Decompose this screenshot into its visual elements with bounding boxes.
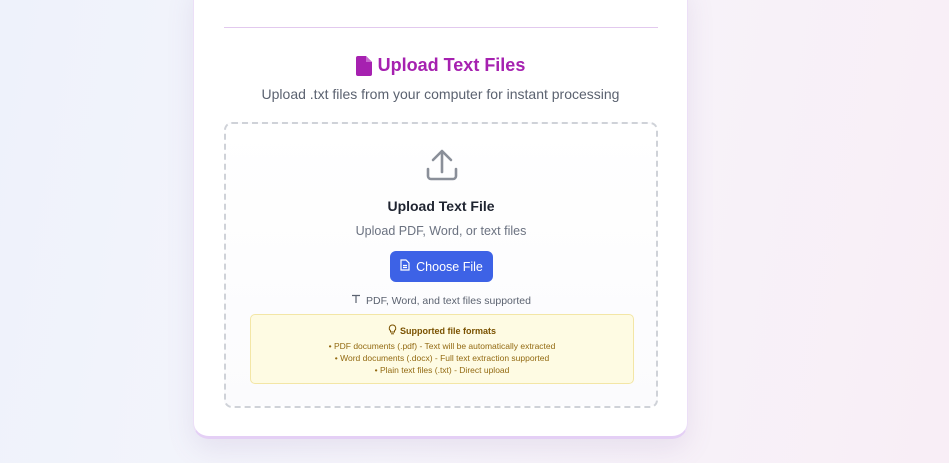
formats-heading-text: Supported file formats xyxy=(399,325,496,336)
file-icon xyxy=(400,259,410,274)
supported-text: PDF, Word, and text files supported xyxy=(366,294,531,307)
choose-file-button[interactable]: Choose File xyxy=(390,251,493,282)
upload-icon xyxy=(425,148,459,187)
dropzone-title: Upload Text File xyxy=(387,198,495,214)
formats-info-box: Supported file formats • PDF documents (… xyxy=(250,314,634,384)
section-divider xyxy=(224,27,658,28)
list-item: • PDF documents (.pdf) - Text will be au… xyxy=(328,341,556,351)
document-icon xyxy=(355,55,372,76)
list-item: • Plain text files (.txt) - Direct uploa… xyxy=(374,365,510,375)
list-item: • Word documents (.docx) - Full text ext… xyxy=(334,353,550,363)
supported-note: PDF, Word, and text files supported xyxy=(226,294,656,307)
file-dropzone[interactable]: Upload Text File Upload PDF, Word, or te… xyxy=(224,122,658,408)
page-subtitle: Upload .txt files from your computer for… xyxy=(261,86,620,102)
choose-file-label: Choose File xyxy=(416,259,483,274)
upload-heading: Upload Text Files xyxy=(194,55,687,76)
formats-list: • PDF documents (.pdf) - Text will be au… xyxy=(251,340,633,376)
formats-heading: Supported file formats xyxy=(251,324,633,337)
dropzone-subtitle: Upload PDF, Word, or text files xyxy=(355,224,527,238)
lightbulb-icon xyxy=(388,324,397,337)
text-type-icon xyxy=(351,294,361,307)
page-title: Upload Text Files xyxy=(377,55,526,75)
upload-card: Upload Text Files Upload .txt files from… xyxy=(193,0,688,439)
